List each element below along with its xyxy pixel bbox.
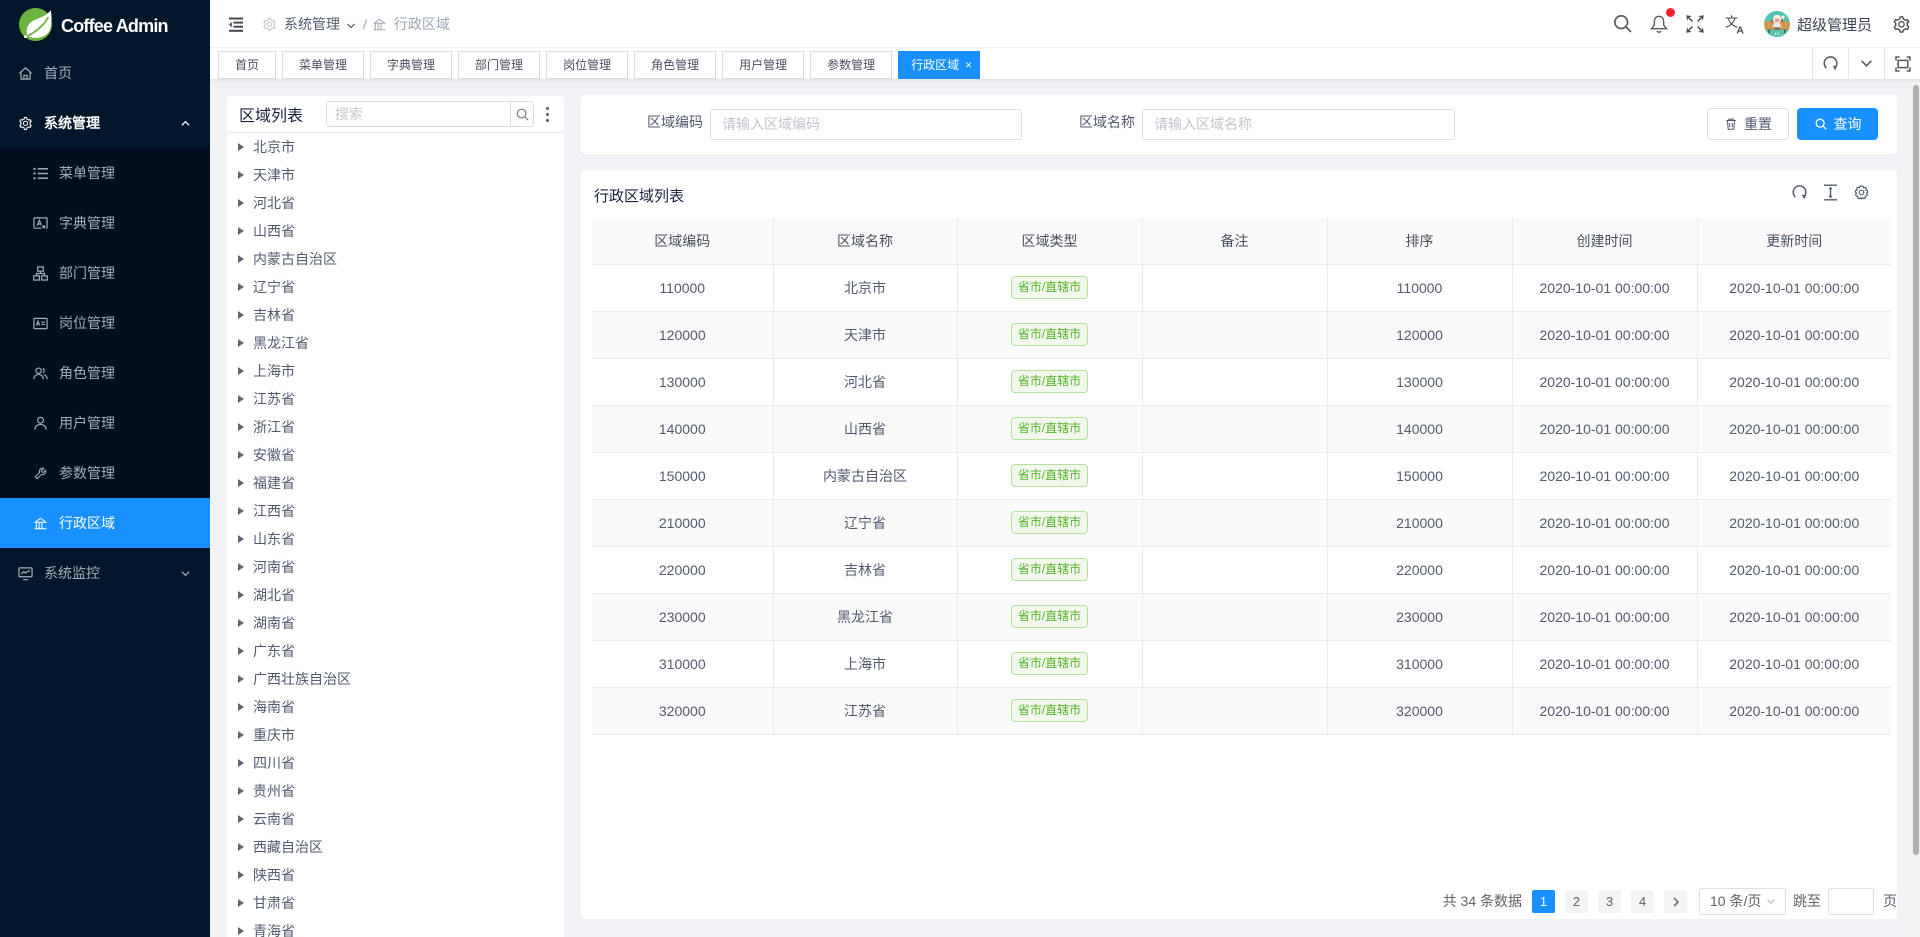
svg-text:A: A — [1736, 24, 1744, 34]
